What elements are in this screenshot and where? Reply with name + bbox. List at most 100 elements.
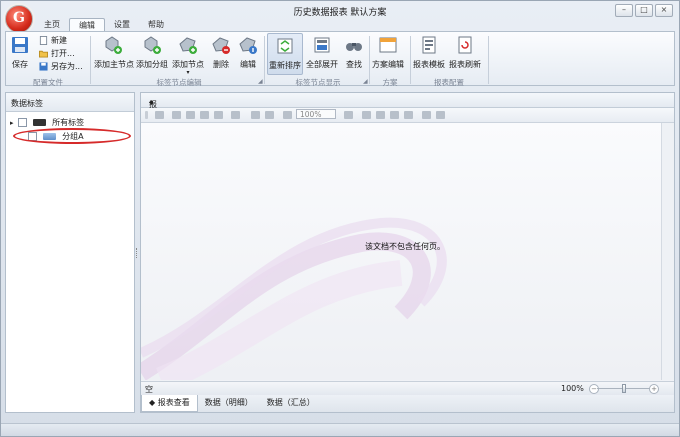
report-template-button[interactable]: 报表模板 <box>413 35 445 70</box>
group-separator <box>488 36 489 84</box>
zoom-combo[interactable]: 100% <box>296 109 336 119</box>
zoom-slider[interactable]: − + <box>589 384 659 394</box>
first-page-icon[interactable] <box>362 111 371 119</box>
add-node-button[interactable]: 添加节点 ▾ <box>172 35 204 76</box>
tab-settings[interactable]: 设置 <box>105 18 139 31</box>
zoom-level-label: 100% <box>561 384 584 393</box>
save-icon <box>12 37 28 53</box>
save-button[interactable]: 保存 <box>9 35 31 70</box>
edit-icon <box>239 37 257 54</box>
resort-label: 重新排序 <box>269 61 301 70</box>
tab-help[interactable]: 帮助 <box>139 18 173 31</box>
window-controls: – □ × <box>615 4 673 17</box>
tab-edit[interactable]: 编辑 <box>69 18 105 31</box>
edit-button[interactable]: 编辑 <box>237 35 259 70</box>
resort-button[interactable]: 重新排序 <box>267 33 303 75</box>
add-group-label: 添加分组 <box>136 60 168 69</box>
zoom-plus-icon[interactable]: + <box>649 384 659 394</box>
last-page-icon[interactable] <box>404 111 413 119</box>
viewer-bottom-tabs: ◆ 报表查看 数据（明细） 数据（汇总） <box>141 395 674 412</box>
find-icon[interactable] <box>155 111 164 119</box>
dialog-launcher-icon[interactable]: ◢ <box>258 78 263 85</box>
vertical-scrollbar[interactable] <box>661 123 674 380</box>
report-viewer-panel: ◆ 报表查看 100% <box>140 92 675 413</box>
delete-label: 删除 <box>213 60 229 69</box>
save-icon[interactable] <box>186 111 195 119</box>
panel-header: 数据标签 « <box>6 93 134 112</box>
app-logo-icon[interactable]: G <box>5 5 33 33</box>
collapse-panel-icon[interactable]: « <box>11 96 128 107</box>
tab-data-detail[interactable]: 数据（明细） <box>198 395 260 412</box>
empty-document-message: 该文档不包含任何页。 <box>365 242 445 251</box>
expand-arrow-icon[interactable]: ▸ <box>10 119 14 127</box>
edit-label: 编辑 <box>240 60 256 69</box>
splitter-grip[interactable] <box>136 248 139 258</box>
save-as-icon <box>39 62 48 71</box>
save-as-button[interactable]: 另存为... <box>39 61 83 72</box>
expand-all-icon <box>314 37 330 53</box>
hand-tool-icon[interactable] <box>251 111 260 119</box>
expand-all-label: 全部展开 <box>306 60 338 69</box>
report-template-label: 报表模板 <box>413 60 445 69</box>
close-button[interactable]: × <box>655 4 673 17</box>
maximize-button[interactable]: □ <box>635 4 653 17</box>
send-icon[interactable] <box>436 111 445 119</box>
dialog-launcher-icon[interactable]: ◢ <box>363 78 368 85</box>
find-label: 查找 <box>346 60 362 69</box>
open-folder-icon <box>39 50 48 58</box>
tree-root-node[interactable]: ▸ 所有标签 <box>10 117 84 128</box>
group-separator <box>369 36 370 84</box>
new-button[interactable]: 新建 <box>39 35 67 46</box>
save-label: 保存 <box>12 60 28 69</box>
zoom-out-icon[interactable] <box>283 111 292 119</box>
highlight-annotation <box>13 128 131 144</box>
magnifier-icon[interactable] <box>265 111 274 119</box>
page-setup-icon[interactable] <box>214 111 223 119</box>
thumbnails-icon[interactable] <box>231 111 240 119</box>
resort-icon <box>277 38 293 54</box>
add-group-button[interactable]: 添加分组 <box>136 35 168 70</box>
ribbon: 保存 新建 打开... 另存为... 配置文件 添加主节点 添加分组 添加节点 … <box>5 31 675 87</box>
zoom-minus-icon[interactable]: − <box>589 384 599 394</box>
add-group-icon <box>144 36 161 54</box>
group-label-report-config: 报表配置 <box>434 78 464 87</box>
delete-button[interactable]: 删除 <box>210 35 232 70</box>
previous-page-icon[interactable] <box>376 111 385 119</box>
export-icon[interactable] <box>422 111 431 119</box>
tree-root-label: 所有标签 <box>52 118 85 127</box>
title-bar: 历史数据报表 默认方案 – □ × <box>1 1 679 19</box>
report-refresh-label: 报表刷新 <box>449 60 481 69</box>
tab-home[interactable]: 主页 <box>35 18 69 31</box>
root-checkbox[interactable] <box>18 118 28 127</box>
next-page-icon[interactable] <box>390 111 399 119</box>
group-label-config-file: 配置文件 <box>33 78 63 87</box>
open-button[interactable]: 打开... <box>39 48 75 59</box>
find-binoculars-icon <box>346 43 362 51</box>
report-refresh-button[interactable]: 报表刷新 <box>449 35 481 70</box>
add-main-node-button[interactable]: 添加主节点 <box>94 35 134 70</box>
group-label-scheme: 方案 <box>382 78 398 87</box>
zoom-in-icon[interactable] <box>344 111 353 119</box>
print-icon[interactable] <box>200 111 209 119</box>
report-canvas: 该文档不包含任何页。 <box>141 123 662 380</box>
tag-folder-icon <box>32 119 46 126</box>
minimize-button[interactable]: – <box>615 4 633 17</box>
expand-all-button[interactable]: 全部展开 <box>305 35 339 70</box>
viewer-status-bar: 空 100% − + <box>141 381 674 395</box>
tab-report-view[interactable]: ◆ 报表查看 <box>141 395 198 412</box>
scheme-edit-button[interactable]: 方案编辑 <box>372 35 404 70</box>
open-icon[interactable] <box>172 111 181 119</box>
ribbon-tabs: 主页 编辑 设置 帮助 <box>35 18 173 31</box>
group-label-tag-display: 标签节点显示 <box>295 78 341 87</box>
add-main-node-icon <box>105 36 122 54</box>
status-text: 空 <box>145 385 153 394</box>
find-button[interactable]: 查找 <box>343 35 365 70</box>
group-label-tag-edit: 标签节点编辑 <box>156 78 202 87</box>
toolbar-grip <box>145 111 148 119</box>
chevron-down-icon: ▾ <box>186 69 190 76</box>
tab-data-summary[interactable]: 数据（汇总） <box>260 395 322 412</box>
window-status-bar <box>1 423 679 436</box>
report-refresh-icon <box>458 36 472 54</box>
group-separator <box>264 36 265 84</box>
zoom-thumb[interactable] <box>622 384 626 393</box>
